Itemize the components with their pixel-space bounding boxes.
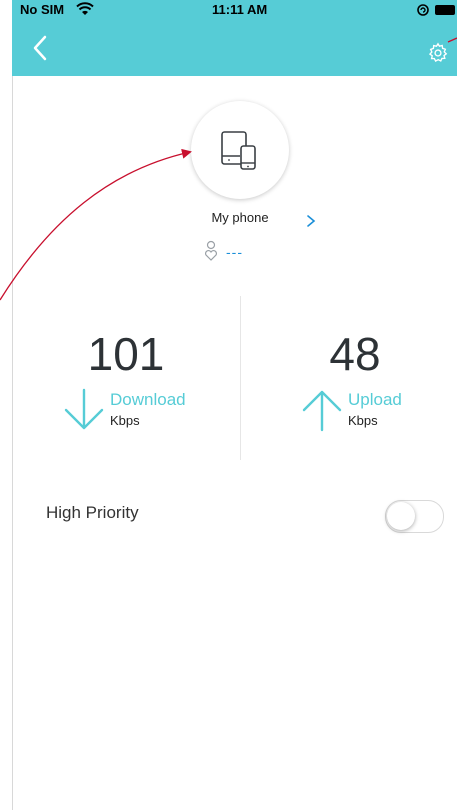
upload-label: Upload bbox=[348, 390, 402, 409]
clock: 11:11 AM bbox=[212, 2, 268, 17]
download-label: Download bbox=[110, 390, 186, 409]
wifi-icon bbox=[76, 2, 94, 15]
status-bar: No SIM 11:11 AM bbox=[12, 0, 457, 20]
owner-label[interactable]: --- bbox=[226, 244, 243, 260]
device-name[interactable]: My phone bbox=[180, 210, 300, 225]
gear-icon[interactable] bbox=[427, 42, 449, 64]
device-avatar[interactable] bbox=[191, 101, 289, 199]
outer-margin bbox=[0, 0, 12, 810]
download-speed-value: 101 bbox=[87, 328, 165, 380]
high-priority-label: High Priority bbox=[46, 503, 139, 522]
tablet-phone-icon bbox=[221, 131, 256, 170]
speed-divider bbox=[240, 296, 241, 460]
carrier-label: No SIM bbox=[20, 2, 65, 17]
upload-speed-value: 48 bbox=[329, 328, 381, 380]
toggle-knob bbox=[387, 502, 415, 530]
high-priority-toggle[interactable] bbox=[385, 500, 444, 533]
chevron-left-icon[interactable] bbox=[30, 34, 52, 62]
arrow-down-icon bbox=[64, 388, 104, 430]
chevron-right-icon[interactable] bbox=[306, 214, 316, 228]
nav-bar bbox=[12, 20, 457, 76]
download-unit: Kbps bbox=[110, 413, 140, 428]
person-heart-icon bbox=[205, 240, 217, 261]
upload-unit: Kbps bbox=[348, 413, 378, 428]
arrow-up-icon bbox=[302, 390, 342, 432]
battery-icon bbox=[417, 4, 455, 16]
